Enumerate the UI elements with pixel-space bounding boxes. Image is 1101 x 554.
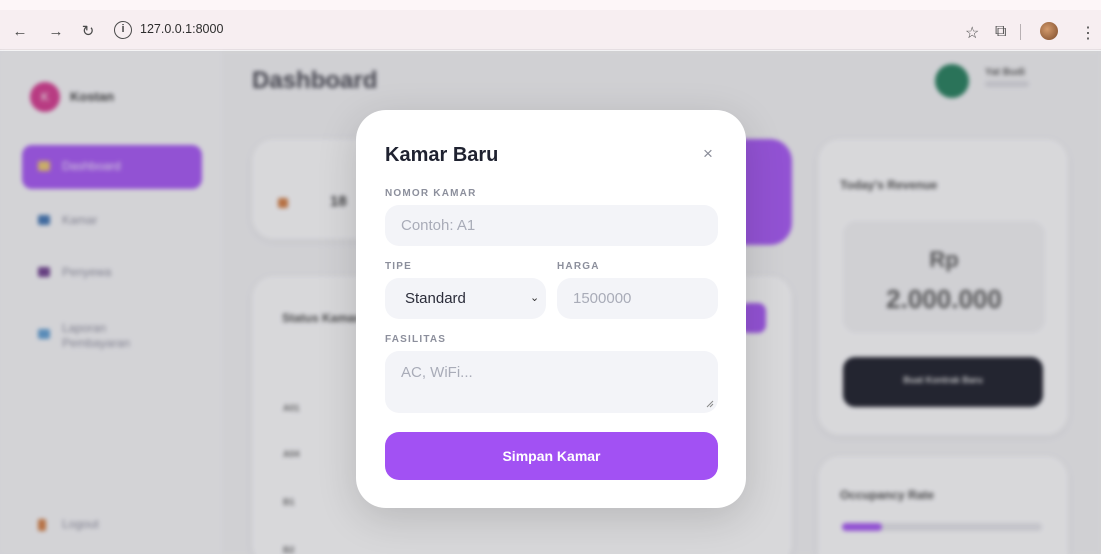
back-icon[interactable]: ← xyxy=(10,22,30,42)
room-number-input[interactable] xyxy=(385,205,718,246)
puzzle-icon[interactable]: ⧉ xyxy=(995,23,1006,41)
price-input[interactable] xyxy=(557,278,718,319)
tab-strip xyxy=(0,0,1101,10)
modal-title: Kamar Baru xyxy=(385,144,499,166)
facilities-label: FASILITAS xyxy=(385,334,447,345)
profile-avatar[interactable] xyxy=(1040,22,1058,40)
browser-toolbar: ← → ↻ i 127.0.0.1:8000 ☆ ⧉ ⋮ xyxy=(0,0,1101,50)
star-icon[interactable]: ☆ xyxy=(965,23,979,43)
toolbar-divider xyxy=(1020,24,1021,40)
facilities-textarea[interactable] xyxy=(385,351,718,413)
room-number-label: NOMOR KAMAR xyxy=(385,188,477,199)
close-icon[interactable]: × xyxy=(699,145,717,163)
url-text: 127.0.0.1:8000 xyxy=(140,22,224,36)
save-room-button[interactable]: Simpan Kamar xyxy=(385,432,718,480)
address-bar[interactable]: i 127.0.0.1:8000 xyxy=(104,21,1101,45)
forward-icon[interactable]: → xyxy=(46,22,66,42)
reload-icon[interactable]: ↻ xyxy=(78,22,98,42)
info-icon[interactable]: i xyxy=(114,21,132,39)
resize-handle-icon[interactable] xyxy=(706,400,714,408)
more-vert-icon[interactable]: ⋮ xyxy=(1080,23,1096,43)
new-room-modal: Kamar Baru × NOMOR KAMAR TIPE Standard ⌄… xyxy=(356,110,746,508)
type-select[interactable]: Standard xyxy=(385,278,546,319)
type-label: TIPE xyxy=(385,261,413,272)
price-label: HARGA xyxy=(557,261,600,272)
